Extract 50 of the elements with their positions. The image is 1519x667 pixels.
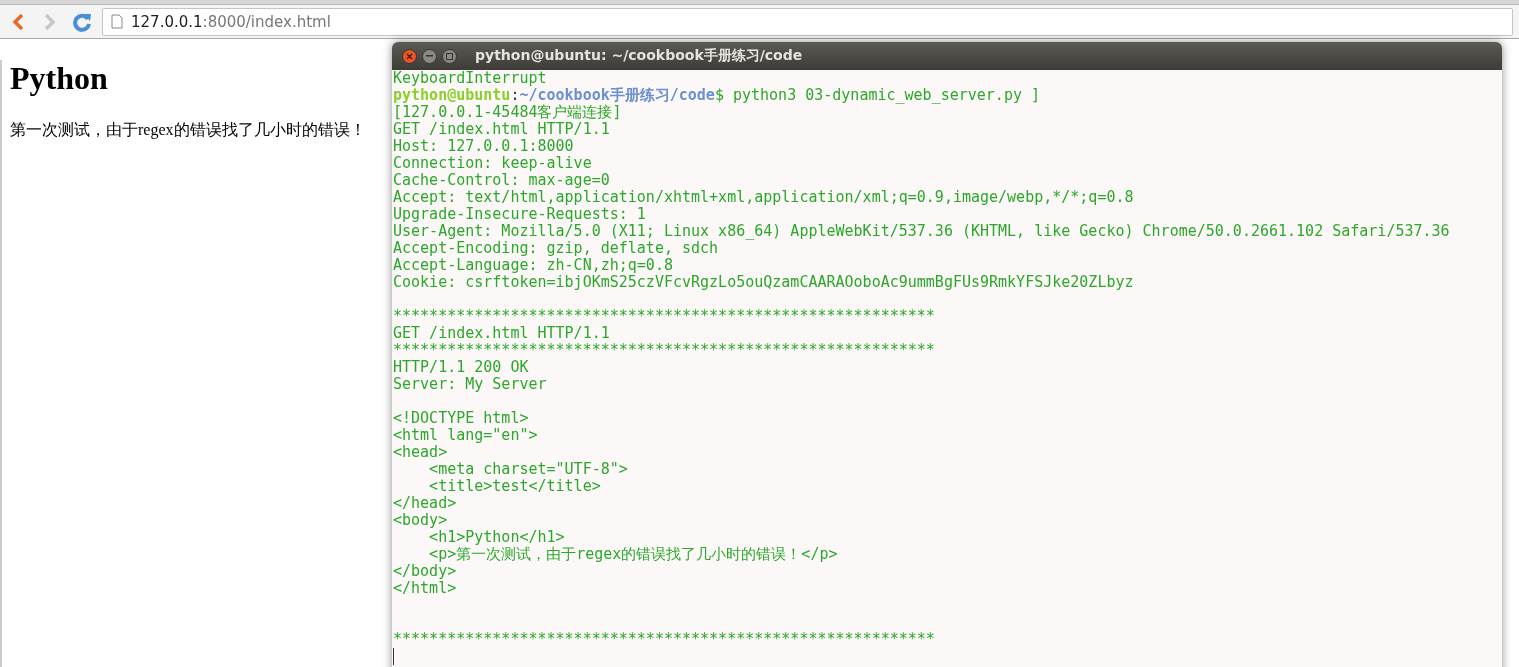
terminal-line: Server: My Server bbox=[393, 375, 547, 393]
terminal-line: [127.0.0.1-45484客户端连接] bbox=[393, 103, 622, 121]
terminal-line: HTTP/1.1 200 OK bbox=[393, 358, 529, 376]
maximize-button[interactable] bbox=[442, 48, 457, 64]
terminal-line: <head> bbox=[393, 443, 448, 461]
terminal-line: Cache-Control: max-age=0 bbox=[393, 171, 610, 189]
text-cursor bbox=[393, 648, 394, 665]
reload-icon bbox=[72, 11, 92, 32]
maximize-icon bbox=[446, 52, 453, 60]
terminal-line: Upgrade-Insecure-Requests: 1 bbox=[393, 205, 646, 223]
terminal-line: Accept-Encoding: gzip, deflate, sdch bbox=[393, 239, 719, 257]
chevron-left-icon bbox=[12, 12, 24, 31]
page-icon bbox=[111, 14, 123, 29]
terminal-line: Cookie: csrftoken=ibjOKmS25czVFcvRgzLo5ouQzamCAARAOoboAc9ummBgFUs9RmkYFSJke20ZLbyz bbox=[393, 273, 1134, 291]
terminal-line: Connection: keep-alive bbox=[393, 154, 592, 172]
terminal-line: <!DOCTYPE html> bbox=[393, 409, 529, 427]
terminal-line: </head> bbox=[393, 494, 457, 512]
terminal-line: ************************************************************ bbox=[393, 307, 935, 325]
prompt-separator: : bbox=[510, 86, 520, 104]
window-title: python@ubuntu: ~/cookbook手册练习/code bbox=[475, 47, 803, 65]
terminal-line: GET /index.html HTTP/1.1 bbox=[393, 120, 610, 138]
terminal-line: <html lang="en"> bbox=[393, 426, 538, 444]
terminal-command: $ python3 03-dynamic_web_server.py ] bbox=[714, 86, 1040, 104]
minimize-button[interactable] bbox=[422, 48, 437, 64]
terminal-line: KeyboardInterrupt bbox=[393, 69, 547, 87]
url-host: 127.0.0.1 bbox=[131, 12, 203, 31]
terminal-line: <p>第一次测试，由于regex的错误找了几小时的错误！</p> bbox=[428, 545, 838, 563]
url-path: :8000/index.html bbox=[202, 12, 331, 31]
terminal-line: <meta charset="UTF-8"> bbox=[428, 460, 628, 478]
terminal-line: Accept-Language: zh-CN,zh;q=0.8 bbox=[393, 256, 673, 274]
close-icon bbox=[406, 52, 413, 60]
terminal-line: <title>test</title> bbox=[428, 477, 601, 495]
terminal-line: ************************************************************ bbox=[393, 630, 935, 648]
page-heading: Python bbox=[10, 60, 108, 97]
terminal-line: ************************************************************ bbox=[393, 341, 935, 359]
minimize-icon bbox=[426, 55, 433, 57]
terminal-line: User-Agent: Mozilla/5.0 (X11; Linux x86_64) AppleWebKit/537.36 (KHTML, like Gecko) Chrome/50.0.2661.102 Safari/537.36 bbox=[393, 222, 1450, 240]
page-paragraph: 第一次测试，由于regex的错误找了几小时的错误！ bbox=[10, 120, 366, 141]
terminal-line: Host: 127.0.0.1:8000 bbox=[393, 137, 574, 155]
prompt-user: python@ubuntu bbox=[393, 86, 511, 104]
prompt-path: ~/cookbook手册练习/code bbox=[519, 86, 715, 104]
chevron-right-icon bbox=[44, 12, 56, 31]
terminal-line: Accept: text/html,application/xhtml+xml,application/xml;q=0.9,image/webp,*/*;q=0.8 bbox=[393, 188, 1134, 206]
address-bar[interactable]: 127.0.0.1:8000/index.html bbox=[102, 7, 1513, 36]
terminal-line: </html> bbox=[393, 579, 457, 597]
terminal-line: <h1>Python</h1> bbox=[428, 528, 565, 546]
terminal-line: <body> bbox=[393, 511, 448, 529]
terminal-line: </body> bbox=[393, 562, 457, 580]
terminal-line: GET /index.html HTTP/1.1 bbox=[393, 324, 610, 342]
close-button[interactable] bbox=[402, 48, 417, 64]
